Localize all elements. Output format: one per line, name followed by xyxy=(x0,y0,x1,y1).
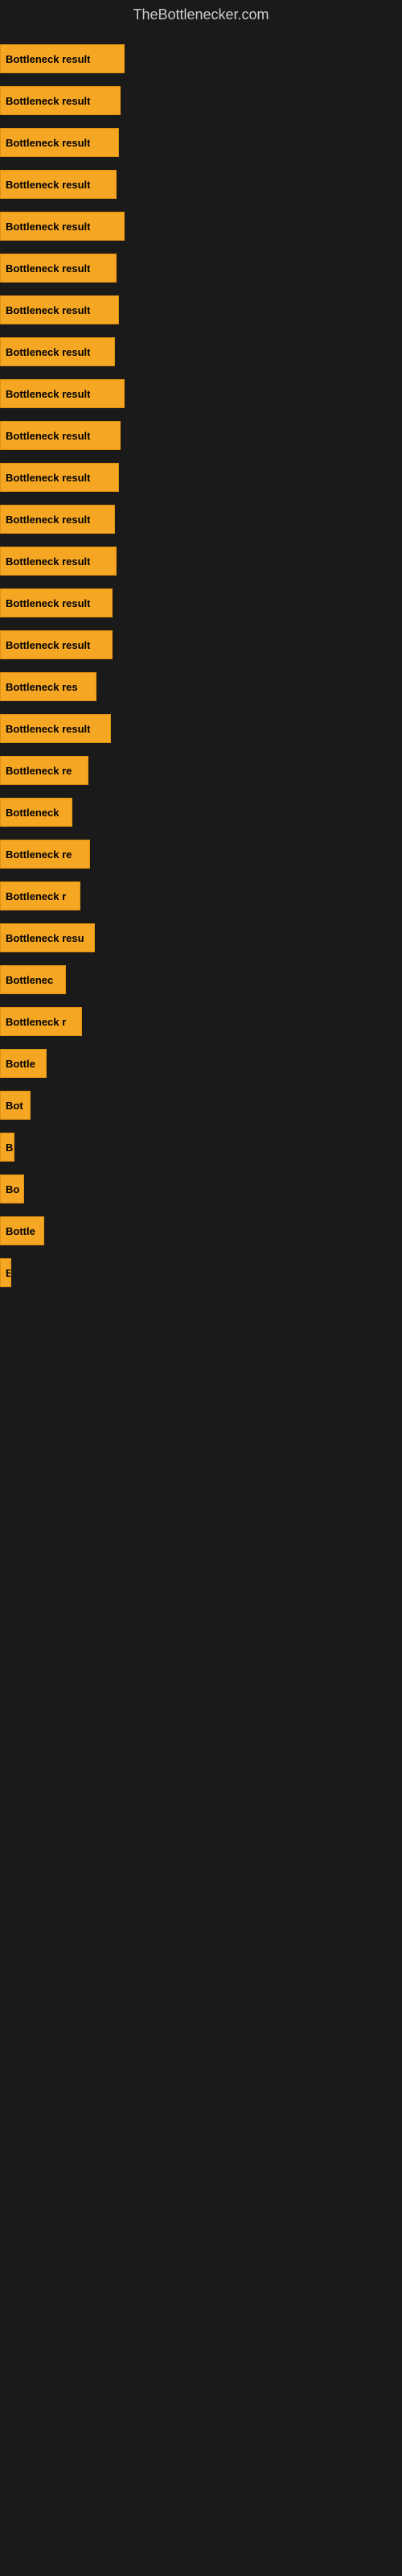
result-bar[interactable]: Bottleneck result xyxy=(0,505,115,534)
result-bar[interactable]: Bot xyxy=(0,1091,31,1120)
bar-label: Bottleneck res xyxy=(6,681,78,693)
bar-label: B xyxy=(6,1141,13,1154)
bar-row: Bottleneck result xyxy=(0,540,402,582)
bar-row: Bottleneck result xyxy=(0,205,402,247)
bar-row: Bot xyxy=(0,1084,402,1126)
result-bar[interactable]: Bottlenec xyxy=(0,965,66,994)
bar-label: Bottleneck result xyxy=(6,555,90,568)
result-bar[interactable]: Bottleneck r xyxy=(0,1007,82,1036)
site-title: TheBottlenecker.com xyxy=(0,0,402,30)
result-bar[interactable]: Bo xyxy=(0,1174,24,1203)
bar-label: Bottleneck result xyxy=(6,388,90,400)
bar-label: Bottleneck result xyxy=(6,514,90,526)
bar-row: Bottleneck result xyxy=(0,624,402,666)
bar-label: Bottleneck result xyxy=(6,137,90,149)
result-bar[interactable]: Bottleneck result xyxy=(0,337,115,366)
bar-label: Bottleneck result xyxy=(6,597,90,609)
bar-row: Bottleneck result xyxy=(0,122,402,163)
bar-row: Bottleneck res xyxy=(0,666,402,708)
bar-row: Bottleneck xyxy=(0,791,402,833)
result-bar[interactable]: Bottleneck result xyxy=(0,44,125,73)
result-bar[interactable]: Bottleneck result xyxy=(0,128,119,157)
bar-label: Bottleneck result xyxy=(6,346,90,358)
result-bar[interactable]: Bottleneck result xyxy=(0,547,117,576)
bar-row: Bottleneck result xyxy=(0,373,402,415)
bar-label: Bottleneck result xyxy=(6,53,90,65)
result-bar[interactable]: Bottleneck result xyxy=(0,295,119,324)
bar-label: Bottleneck resu xyxy=(6,932,84,944)
bar-label: Bottleneck re xyxy=(6,765,72,777)
bar-row: Bottleneck r xyxy=(0,875,402,917)
site-title-text: TheBottlenecker.com xyxy=(133,6,269,23)
bar-label: Bottleneck r xyxy=(6,890,66,902)
bar-label: Bottleneck result xyxy=(6,723,90,735)
bar-row: Bottleneck re xyxy=(0,833,402,875)
bar-row: B xyxy=(0,1126,402,1168)
bar-label: Bottle xyxy=(6,1058,35,1070)
bar-label: Bottlenec xyxy=(6,974,53,986)
bar-row: Bottleneck result xyxy=(0,38,402,80)
bar-label: Bottleneck result xyxy=(6,304,90,316)
bar-row: Bottleneck result xyxy=(0,289,402,331)
result-bar[interactable]: Bottleneck result xyxy=(0,588,113,617)
bar-label: Bo xyxy=(6,1183,19,1195)
result-bar[interactable]: Bottleneck result xyxy=(0,86,121,115)
result-bar[interactable]: Bottleneck resu xyxy=(0,923,95,952)
result-bar[interactable]: Bottleneck r xyxy=(0,881,80,910)
bar-label: Bot xyxy=(6,1100,23,1112)
bar-label: Bottleneck result xyxy=(6,95,90,107)
result-bar[interactable]: Bottleneck result xyxy=(0,714,111,743)
result-bar[interactable]: B xyxy=(0,1133,14,1162)
result-bar[interactable]: Bottle xyxy=(0,1216,44,1245)
bar-row: Bottleneck result xyxy=(0,708,402,749)
bar-row: Bottleneck result xyxy=(0,247,402,289)
bar-label: Bottleneck re xyxy=(6,848,72,861)
bar-row: Bottleneck result xyxy=(0,498,402,540)
bar-label: Bottleneck r xyxy=(6,1016,66,1028)
bar-row: Bottleneck r xyxy=(0,1001,402,1042)
result-bar[interactable]: Bottleneck res xyxy=(0,672,96,701)
bar-label: Bottleneck result xyxy=(6,430,90,442)
bar-label: Bottleneck result xyxy=(6,639,90,651)
bar-row: B xyxy=(0,1252,402,1294)
bar-row: Bottleneck re xyxy=(0,749,402,791)
bar-label: Bottleneck xyxy=(6,807,59,819)
result-bar[interactable]: Bottleneck re xyxy=(0,756,88,785)
bar-row: Bottleneck result xyxy=(0,80,402,122)
result-bar[interactable]: Bottle xyxy=(0,1049,47,1078)
bar-row: Bottleneck result xyxy=(0,456,402,498)
result-bar[interactable]: Bottleneck result xyxy=(0,212,125,241)
result-bar[interactable]: Bottleneck xyxy=(0,798,72,827)
result-bar[interactable]: Bottleneck result xyxy=(0,463,119,492)
result-bar[interactable]: Bottleneck result xyxy=(0,630,113,659)
result-bar[interactable]: B xyxy=(0,1258,11,1287)
bar-label: Bottleneck result xyxy=(6,262,90,275)
result-bar[interactable]: Bottleneck result xyxy=(0,170,117,199)
bar-row: Bottleneck resu xyxy=(0,917,402,959)
bar-row: Bo xyxy=(0,1168,402,1210)
result-bar[interactable]: Bottleneck result xyxy=(0,379,125,408)
bars-container: Bottleneck result Bottleneck result Bottle… xyxy=(0,30,402,1302)
result-bar[interactable]: Bottleneck result xyxy=(0,421,121,450)
bar-row: Bottleneck result xyxy=(0,582,402,624)
result-bar[interactable]: Bottleneck re xyxy=(0,840,90,869)
bar-row: Bottlenec xyxy=(0,959,402,1001)
bar-row: Bottle xyxy=(0,1210,402,1252)
result-bar[interactable]: Bottleneck result xyxy=(0,254,117,283)
bar-label: Bottleneck result xyxy=(6,472,90,484)
bar-row: Bottleneck result xyxy=(0,415,402,456)
bar-row: Bottle xyxy=(0,1042,402,1084)
bar-row: Bottleneck result xyxy=(0,163,402,205)
bar-label: Bottleneck result xyxy=(6,221,90,233)
bar-label: Bottleneck result xyxy=(6,179,90,191)
bar-label: B xyxy=(6,1267,10,1279)
bar-row: Bottleneck result xyxy=(0,331,402,373)
bar-label: Bottle xyxy=(6,1225,35,1237)
